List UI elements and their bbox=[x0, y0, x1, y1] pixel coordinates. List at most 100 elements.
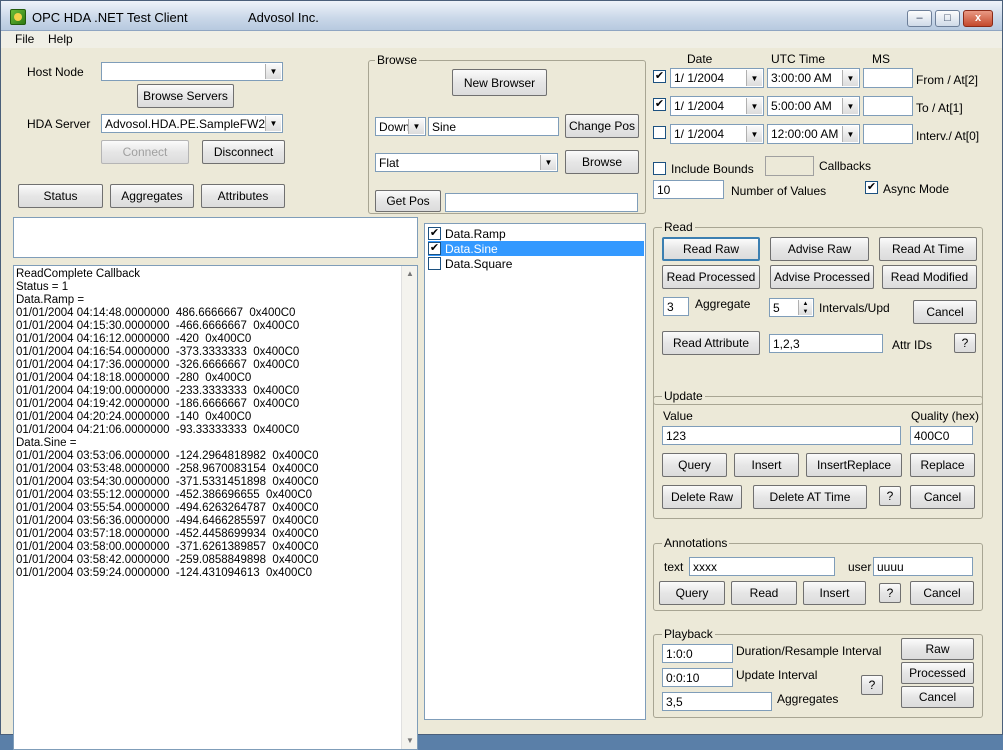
chevron-down-icon[interactable]: ▼ bbox=[842, 98, 858, 114]
read-cancel-button[interactable]: Cancel bbox=[913, 300, 977, 324]
chevron-down-icon[interactable]: ▼ bbox=[746, 98, 762, 114]
minimize-button[interactable]: – bbox=[907, 10, 932, 27]
browse-filter-combo[interactable]: Flat ▼ bbox=[375, 153, 558, 172]
update-insert-button[interactable]: Insert bbox=[734, 453, 799, 477]
list-item[interactable]: Data.Square bbox=[428, 256, 644, 271]
interval-label: Interv./ At[0] bbox=[916, 129, 980, 143]
direction-combo[interactable]: Down ▼ bbox=[375, 117, 426, 136]
item-checkbox[interactable]: ✔ bbox=[428, 227, 441, 240]
interval-date-picker[interactable]: 1/ 1/2004 ▼ bbox=[670, 124, 764, 144]
from-date-picker[interactable]: 1/ 1/2004 ▼ bbox=[670, 68, 764, 88]
playback-cancel-button[interactable]: Cancel bbox=[901, 686, 974, 708]
chevron-down-icon[interactable]: ▼ bbox=[265, 116, 281, 131]
playback-processed-button[interactable]: Processed bbox=[901, 662, 974, 684]
menu-help[interactable]: Help bbox=[48, 32, 73, 46]
chevron-down-icon[interactable]: ▼ bbox=[746, 126, 762, 142]
number-of-values-label: Number of Values bbox=[731, 184, 827, 198]
browse-servers-button[interactable]: Browse Servers bbox=[137, 84, 234, 108]
annotation-query-button[interactable]: Query bbox=[659, 581, 725, 605]
browse-position-input[interactable]: Sine bbox=[428, 117, 559, 136]
number-of-values-input[interactable]: 10 bbox=[653, 180, 724, 199]
chevron-down-icon[interactable]: ▼ bbox=[842, 70, 858, 86]
read-modified-button[interactable]: Read Modified bbox=[882, 265, 977, 289]
update-value-input[interactable]: 123 bbox=[662, 426, 901, 445]
replace-button[interactable]: Replace bbox=[910, 453, 975, 477]
to-date-picker[interactable]: 1/ 1/2004 ▼ bbox=[670, 96, 764, 116]
quality-input[interactable]: 400C0 bbox=[910, 426, 973, 445]
read-raw-button[interactable]: Read Raw bbox=[662, 237, 760, 261]
attributes-button[interactable]: Attributes bbox=[201, 184, 285, 208]
advise-processed-button[interactable]: Advise Processed bbox=[770, 265, 874, 289]
scroll-down-icon[interactable]: ▼ bbox=[402, 733, 418, 749]
new-browser-button[interactable]: New Browser bbox=[452, 69, 547, 96]
chevron-down-icon[interactable]: ▼ bbox=[265, 64, 281, 79]
playback-help-button[interactable]: ? bbox=[861, 675, 883, 695]
advise-raw-button[interactable]: Advise Raw bbox=[770, 237, 869, 261]
intervals-spinner[interactable]: 5 ▲ ▼ bbox=[769, 298, 814, 317]
get-pos-button[interactable]: Get Pos bbox=[375, 190, 441, 212]
delete-at-time-button[interactable]: Delete AT Time bbox=[753, 485, 867, 509]
read-attribute-button[interactable]: Read Attribute bbox=[662, 331, 760, 355]
update-cancel-button[interactable]: Cancel bbox=[910, 485, 975, 509]
annotation-help-button[interactable]: ? bbox=[879, 583, 901, 603]
chevron-down-icon[interactable]: ▼ bbox=[842, 126, 858, 142]
connect-button[interactable]: Connect bbox=[101, 140, 189, 164]
interval-checkbox[interactable] bbox=[653, 126, 666, 139]
hda-server-combo[interactable]: Advosol.HDA.PE.SampleFW2 ▼ bbox=[101, 114, 283, 133]
playback-aggregates-input[interactable]: 3,5 bbox=[662, 692, 772, 711]
annotation-user-input[interactable]: uuuu bbox=[873, 557, 973, 576]
log-scrollbar[interactable]: ▲ ▼ bbox=[401, 266, 417, 749]
update-query-button[interactable]: Query bbox=[662, 453, 727, 477]
list-item[interactable]: ✔ Data.Ramp bbox=[428, 226, 644, 241]
browse-button[interactable]: Browse bbox=[565, 150, 639, 174]
item-checkbox[interactable] bbox=[428, 257, 441, 270]
annotation-text-label: text bbox=[664, 560, 684, 574]
chevron-down-icon[interactable]: ▼ bbox=[408, 119, 424, 134]
playback-raw-button[interactable]: Raw bbox=[901, 638, 974, 660]
spinner-arrows-icon[interactable]: ▲ ▼ bbox=[798, 300, 812, 315]
disconnect-button[interactable]: Disconnect bbox=[202, 140, 285, 164]
status-button[interactable]: Status bbox=[18, 184, 103, 208]
title-bar[interactable]: OPC HDA .NET Test Client Advosol Inc. – … bbox=[1, 1, 1002, 31]
close-button[interactable]: x bbox=[963, 10, 993, 27]
date-header: Date bbox=[687, 52, 713, 66]
menu-file[interactable]: File bbox=[15, 32, 34, 46]
log-header-box[interactable] bbox=[13, 217, 418, 258]
from-time-picker[interactable]: 3:00:00 AM ▼ bbox=[767, 68, 860, 88]
interval-time-picker[interactable]: 12:00:00 AM ▼ bbox=[767, 124, 860, 144]
read-processed-button[interactable]: Read Processed bbox=[662, 265, 760, 289]
from-ms-input[interactable] bbox=[863, 68, 913, 88]
delete-raw-button[interactable]: Delete Raw bbox=[662, 485, 742, 509]
host-node-combo[interactable]: ▼ bbox=[101, 62, 283, 81]
chevron-down-icon[interactable]: ▼ bbox=[746, 70, 762, 86]
to-checkbox[interactable]: ✔ bbox=[653, 98, 666, 111]
annotation-read-button[interactable]: Read bbox=[731, 581, 797, 605]
get-pos-output[interactable] bbox=[445, 193, 638, 212]
client-area: Host Node ▼ Browse Servers HDA Server Ad… bbox=[2, 48, 1001, 750]
async-mode-checkbox[interactable]: ✔ bbox=[865, 181, 878, 194]
attr-ids-input[interactable]: 1,2,3 bbox=[769, 334, 883, 353]
to-time-picker[interactable]: 5:00:00 AM ▼ bbox=[767, 96, 860, 116]
read-at-time-button[interactable]: Read At Time bbox=[879, 237, 977, 261]
list-item-selected[interactable]: ✔ Data.Sine bbox=[428, 241, 644, 256]
scroll-up-icon[interactable]: ▲ bbox=[402, 266, 418, 282]
chevron-down-icon[interactable]: ▼ bbox=[540, 155, 556, 170]
annotation-insert-button[interactable]: Insert bbox=[803, 581, 866, 605]
interval-ms-input[interactable] bbox=[863, 124, 913, 144]
annotation-text-input[interactable]: xxxx bbox=[689, 557, 835, 576]
aggregates-button[interactable]: Aggregates bbox=[110, 184, 194, 208]
from-checkbox[interactable]: ✔ bbox=[653, 70, 666, 83]
read-help-button[interactable]: ? bbox=[954, 333, 976, 353]
maximize-button[interactable]: □ bbox=[935, 10, 960, 27]
log-output[interactable]: ReadComplete Callback Status = 1 Data.Ra… bbox=[13, 265, 418, 750]
aggregate-input[interactable]: 3 bbox=[663, 297, 689, 316]
update-interval-input[interactable]: 0:0:10 bbox=[662, 668, 733, 687]
item-checkbox[interactable]: ✔ bbox=[428, 242, 441, 255]
to-ms-input[interactable] bbox=[863, 96, 913, 116]
insert-replace-button[interactable]: InsertReplace bbox=[806, 453, 902, 477]
change-pos-button[interactable]: Change Pos bbox=[565, 114, 639, 138]
update-help-button[interactable]: ? bbox=[879, 486, 901, 506]
include-bounds-checkbox[interactable] bbox=[653, 162, 666, 175]
annotation-cancel-button[interactable]: Cancel bbox=[910, 581, 974, 605]
duration-input[interactable]: 1:0:0 bbox=[662, 644, 733, 663]
